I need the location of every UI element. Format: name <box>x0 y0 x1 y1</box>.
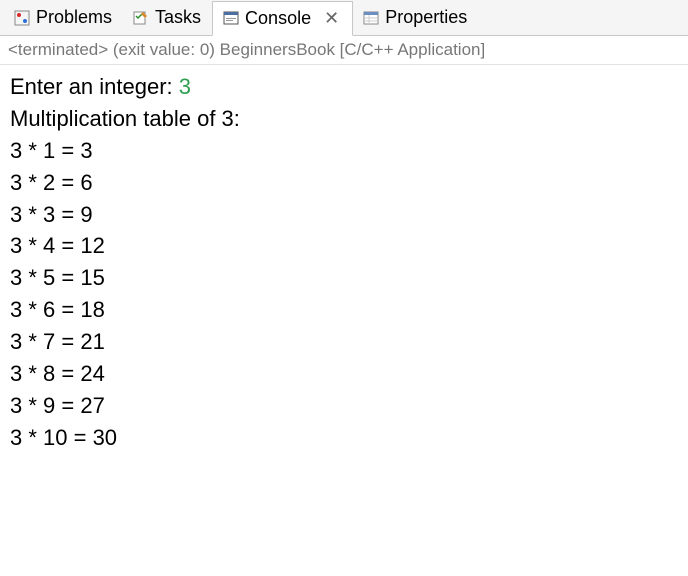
console-line: 3 * 2 = 6 <box>10 167 678 199</box>
console-status: <terminated> (exit value: 0) BeginnersBo… <box>0 36 688 65</box>
tab-properties[interactable]: Properties <box>353 0 478 35</box>
console-line: 3 * 6 = 18 <box>10 294 678 326</box>
console-line: 3 * 5 = 15 <box>10 262 678 294</box>
console-prompt-line: Enter an integer: 3 <box>10 71 678 103</box>
console-line: 3 * 7 = 21 <box>10 326 678 358</box>
properties-icon <box>363 10 379 26</box>
console-user-input: 3 <box>179 74 191 99</box>
tab-properties-label: Properties <box>385 7 467 28</box>
console-line: 3 * 8 = 24 <box>10 358 678 390</box>
console-line: 3 * 9 = 27 <box>10 390 678 422</box>
tab-tasks[interactable]: Tasks <box>123 0 212 35</box>
tasks-icon <box>133 10 149 26</box>
console-line: 3 * 4 = 12 <box>10 230 678 262</box>
tab-bar: Problems Tasks Console ✕ Properties <box>0 0 688 36</box>
close-icon[interactable]: ✕ <box>321 8 342 29</box>
tab-problems[interactable]: Problems <box>4 0 123 35</box>
tab-console-label: Console <box>245 8 311 29</box>
console-line: 3 * 10 = 30 <box>10 422 678 454</box>
tab-tasks-label: Tasks <box>155 7 201 28</box>
console-prompt: Enter an integer: <box>10 74 179 99</box>
tab-problems-label: Problems <box>36 7 112 28</box>
tab-console[interactable]: Console ✕ <box>212 1 353 36</box>
problems-icon <box>14 10 30 26</box>
console-line: 3 * 1 = 3 <box>10 135 678 167</box>
console-heading: Multiplication table of 3: <box>10 103 678 135</box>
console-output: Enter an integer: 3 Multiplication table… <box>0 65 688 460</box>
console-line: 3 * 3 = 9 <box>10 199 678 231</box>
console-icon <box>223 10 239 26</box>
console-status-text: <terminated> (exit value: 0) BeginnersBo… <box>8 40 485 59</box>
